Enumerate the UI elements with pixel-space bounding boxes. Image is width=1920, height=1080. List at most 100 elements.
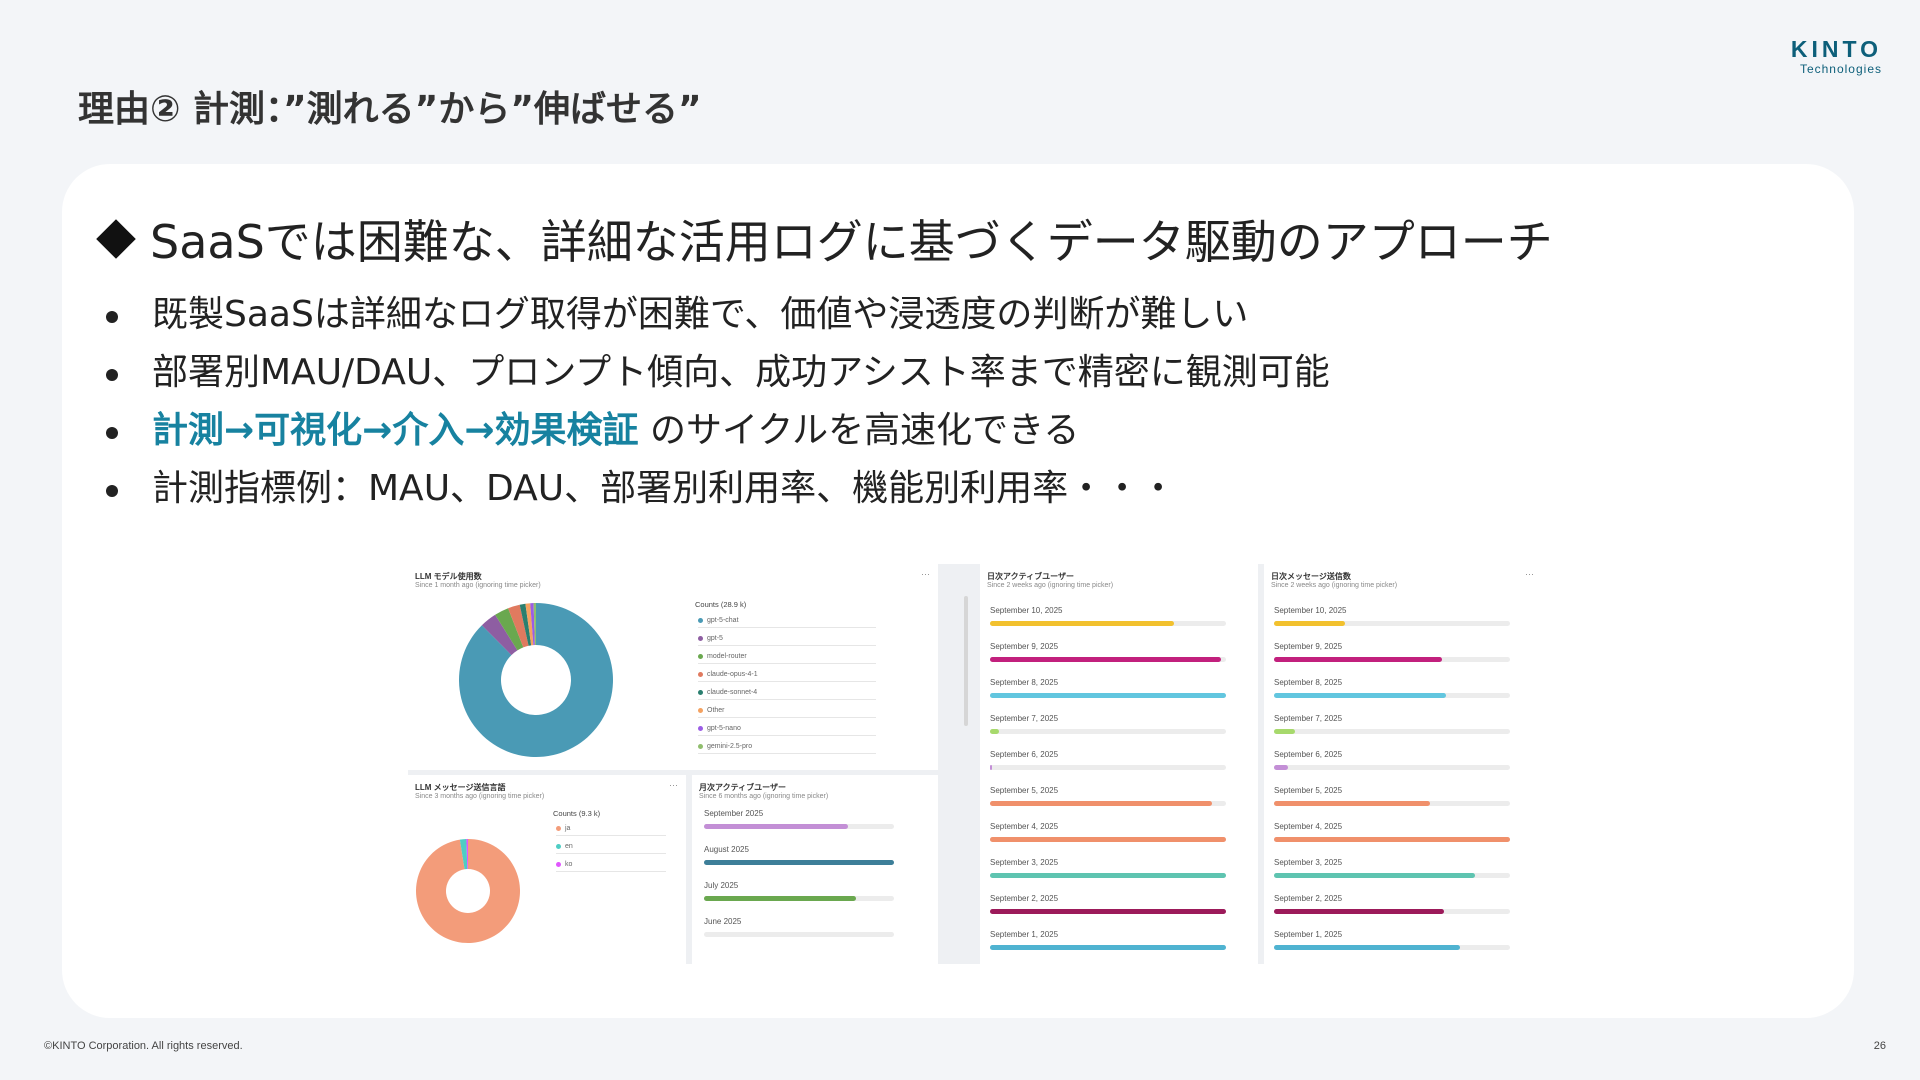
bar-row[interactable]: September 2025 xyxy=(704,807,894,829)
bar-fill xyxy=(990,621,1175,626)
more-menu-icon[interactable]: ··· xyxy=(669,780,678,790)
panel-subtitle: Since 2 weeks ago (ignoring time picker) xyxy=(987,582,1114,589)
legend-item[interactable]: ja xyxy=(556,822,666,836)
diamond-bullet-icon xyxy=(96,219,136,259)
bar-row[interactable]: September 1, 2025 xyxy=(1274,928,1510,950)
bar-row[interactable]: September 2, 2025 xyxy=(990,892,1226,914)
legend-label: gpt-5-chat xyxy=(707,617,739,624)
bar-fill xyxy=(990,909,1226,914)
panel-subtitle: Since 1 month ago (ignoring time picker) xyxy=(415,582,541,589)
section-heading: SaaSでは困難な、詳細な活用ログに基づくデータ駆動のアプローチ xyxy=(94,206,1553,272)
bar-row[interactable]: July 2025 xyxy=(704,879,894,901)
legend-dot-icon xyxy=(698,672,703,677)
bar-row[interactable]: September 9, 2025 xyxy=(990,640,1226,662)
bar-row[interactable]: September 6, 2025 xyxy=(1274,748,1510,770)
legend-title: Counts (28.9 k) xyxy=(695,600,747,609)
model-donut-chart xyxy=(458,603,613,757)
bar-row[interactable]: September 3, 2025 xyxy=(990,856,1226,878)
bar-track xyxy=(1274,657,1510,662)
bar-row[interactable]: June 2025 xyxy=(704,915,894,937)
logo-subtitle: Technologies xyxy=(1799,62,1882,76)
legend-dot-icon xyxy=(698,654,703,659)
panel-subtitle: Since 6 months ago (ignoring time picker… xyxy=(699,793,829,800)
legend-item[interactable]: ko xyxy=(556,858,666,872)
bar-track xyxy=(990,621,1226,626)
legend-dot-icon xyxy=(698,636,703,641)
legend-item[interactable]: model-router xyxy=(698,650,876,664)
panel-scrollbar[interactable] xyxy=(964,596,968,726)
bar-fill xyxy=(704,824,849,829)
bar-label: September 10, 2025 xyxy=(1274,606,1347,615)
bar-label: August 2025 xyxy=(704,845,749,854)
panel-subtitle: Since 2 weeks ago (ignoring time picker) xyxy=(1271,582,1398,589)
bar-row[interactable]: September 5, 2025 xyxy=(1274,784,1510,806)
more-menu-icon[interactable]: ··· xyxy=(921,569,930,579)
bullet-list: 既製SaaSは詳細なログ取得が困難で、価値や浸透度の判断が難しい 部署別MAU/… xyxy=(104,286,1330,518)
kinto-logo: KINTO Technologies xyxy=(1791,36,1882,76)
panel-title: 月次アクティブユーザー xyxy=(699,783,786,792)
legend-item[interactable]: Other xyxy=(698,704,876,718)
page-number: 26 xyxy=(1873,1040,1886,1052)
daily-active-users-panel: 日次アクティブユーザー Since 2 weeks ago (ignoring … xyxy=(980,564,1258,964)
bar-fill xyxy=(1274,837,1510,842)
legend-item[interactable]: gemini-2.5-pro xyxy=(698,740,876,754)
legend-label: en xyxy=(565,843,573,850)
legend-label: gemini-2.5-pro xyxy=(707,743,753,750)
bar-fill xyxy=(1274,909,1444,914)
bar-row[interactable]: September 7, 2025 xyxy=(990,712,1226,734)
legend-label: claude-opus-4-1 xyxy=(707,671,758,678)
bar-track xyxy=(1274,837,1510,842)
legend-item[interactable]: gpt-5-nano xyxy=(698,722,876,736)
bar-row[interactable]: September 6, 2025 xyxy=(990,748,1226,770)
logo-name: KINTO xyxy=(1790,36,1882,62)
bar-row[interactable]: September 4, 2025 xyxy=(1274,820,1510,842)
llm-model-usage-panel: LLM モデル使用数 Since 1 month ago (ignoring t… xyxy=(408,564,938,770)
bar-track xyxy=(704,932,894,937)
bar-row[interactable]: September 10, 2025 xyxy=(990,604,1226,626)
bar-row[interactable]: September 4, 2025 xyxy=(990,820,1226,842)
bar-fill xyxy=(1274,729,1296,734)
bullet-item: 計測指標例：MAU、DAU、部署別利用率、機能別利用率・・・ xyxy=(104,460,1330,518)
bar-row[interactable]: September 2, 2025 xyxy=(1274,892,1510,914)
panel-title: 日次メッセージ送信数 xyxy=(1271,572,1351,581)
bar-fill xyxy=(990,801,1212,806)
legend-item[interactable]: claude-sonnet-4 xyxy=(698,686,876,700)
bar-fill xyxy=(1274,945,1461,950)
bar-label: September 8, 2025 xyxy=(1274,678,1343,687)
bar-fill xyxy=(990,945,1226,950)
bar-fill xyxy=(990,765,993,770)
bar-label: September 3, 2025 xyxy=(1274,858,1343,867)
bar-track xyxy=(1274,873,1510,878)
bar-row[interactable]: September 1, 2025 xyxy=(990,928,1226,950)
legend-label: Other xyxy=(707,707,725,714)
legend-dot-icon xyxy=(698,618,703,623)
bar-row[interactable]: September 7, 2025 xyxy=(1274,712,1510,734)
legend-item[interactable]: claude-opus-4-1 xyxy=(698,668,876,682)
legend-dot-icon xyxy=(698,708,703,713)
bullet-item: 計測→可視化→介入→効果検証 のサイクルを高速化できる xyxy=(104,402,1330,460)
bar-label: September 3, 2025 xyxy=(990,858,1059,867)
bar-row[interactable]: September 5, 2025 xyxy=(990,784,1226,806)
bar-label: September 1, 2025 xyxy=(1274,930,1343,939)
bar-fill xyxy=(990,837,1226,842)
bar-label: September 5, 2025 xyxy=(990,786,1059,795)
bar-label: September 6, 2025 xyxy=(1274,750,1343,759)
panel-title: LLM モデル使用数 xyxy=(415,572,482,581)
bar-fill xyxy=(990,693,1226,698)
bar-label: September 2, 2025 xyxy=(990,894,1059,903)
bar-row[interactable]: September 3, 2025 xyxy=(1274,856,1510,878)
bar-row[interactable]: September 8, 2025 xyxy=(1274,676,1510,698)
legend-item[interactable]: gpt-5-chat xyxy=(698,614,876,628)
bar-row[interactable]: August 2025 xyxy=(704,843,894,865)
bar-row[interactable]: September 9, 2025 xyxy=(1274,640,1510,662)
bar-label: September 4, 2025 xyxy=(990,822,1059,831)
legend-dot-icon xyxy=(556,862,561,867)
legend-item[interactable]: en xyxy=(556,840,666,854)
bar-row[interactable]: September 10, 2025 xyxy=(1274,604,1510,626)
more-menu-icon[interactable]: ··· xyxy=(1525,569,1534,579)
bar-row[interactable]: September 8, 2025 xyxy=(990,676,1226,698)
bar-fill xyxy=(704,860,894,865)
bar-track xyxy=(990,657,1226,662)
bar-fill xyxy=(1274,801,1430,806)
legend-item[interactable]: gpt-5 xyxy=(698,632,876,646)
